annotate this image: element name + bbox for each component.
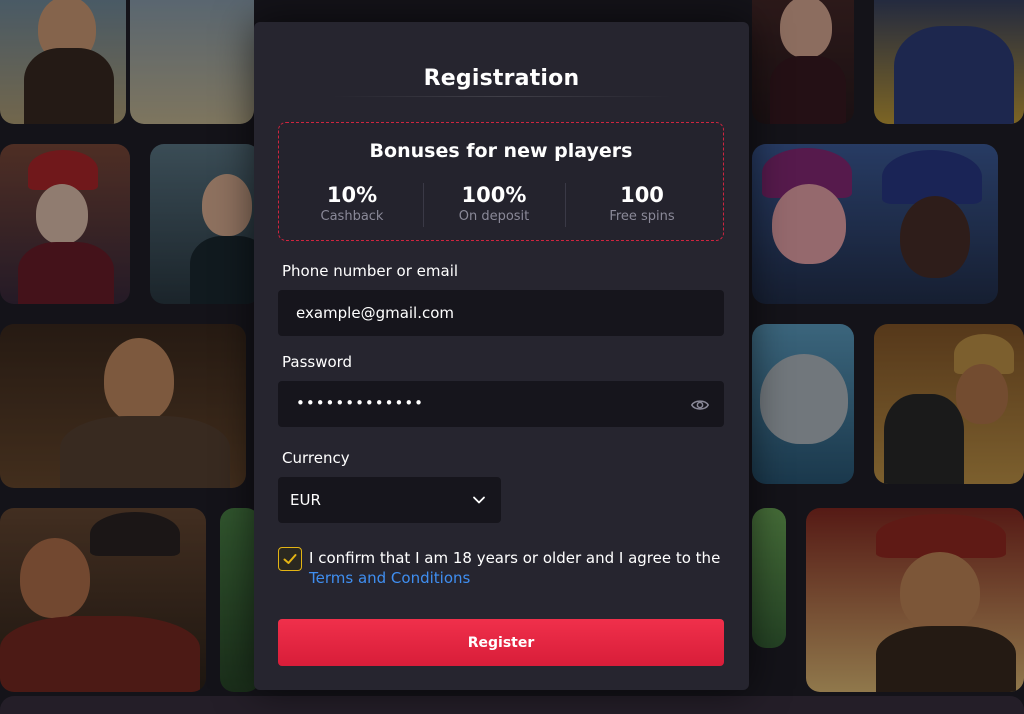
contact-input[interactable] xyxy=(278,290,724,336)
title-divider xyxy=(332,96,672,97)
game-tile xyxy=(752,144,998,304)
register-button[interactable]: Register xyxy=(278,619,724,666)
bonus-label: On deposit xyxy=(458,209,530,224)
bonus-label: Cashback xyxy=(320,209,384,224)
game-tile xyxy=(874,324,1024,484)
contact-label: Phone number or email xyxy=(282,262,459,280)
game-tile xyxy=(0,696,1024,714)
bonus-cashback: 10% Cashback xyxy=(281,183,423,224)
bonus-value: 100 xyxy=(620,183,664,207)
game-tile xyxy=(752,0,854,124)
game-tile xyxy=(130,0,254,124)
game-tile xyxy=(0,0,126,124)
currency-label: Currency xyxy=(282,449,350,467)
terms-link[interactable]: Terms and Conditions xyxy=(309,569,470,587)
game-tile xyxy=(150,144,260,304)
eye-icon[interactable] xyxy=(691,396,709,414)
game-tile xyxy=(0,144,130,304)
game-tile xyxy=(874,0,1024,124)
registration-modal: Registration Bonuses for new players 10%… xyxy=(254,22,749,690)
bonus-separator xyxy=(565,183,566,227)
check-icon xyxy=(283,554,297,564)
password-label: Password xyxy=(282,353,353,371)
confirm-label: I confirm that I am 18 years or older an… xyxy=(309,549,721,567)
password-value: ••••••••••••• xyxy=(296,394,425,412)
bonus-panel: Bonuses for new players 10% Cashback 100… xyxy=(278,122,724,241)
bonus-value: 100% xyxy=(461,183,527,207)
game-tile xyxy=(806,508,1024,692)
game-tile xyxy=(752,324,854,484)
currency-value: EUR xyxy=(290,491,321,509)
age-confirm-checkbox[interactable] xyxy=(278,547,302,571)
bonus-deposit: 100% On deposit xyxy=(423,183,565,224)
bonus-free-spins: 100 Free spins xyxy=(571,183,713,224)
modal-title: Registration xyxy=(423,66,580,91)
currency-select[interactable]: EUR xyxy=(278,477,501,523)
bonus-value: 10% xyxy=(326,183,378,207)
game-tile xyxy=(752,508,786,648)
bonus-label: Free spins xyxy=(609,209,675,224)
age-confirm-text: I confirm that I am 18 years or older an… xyxy=(309,548,739,588)
game-tile xyxy=(0,508,206,692)
game-tile xyxy=(0,324,246,488)
chevron-down-icon xyxy=(473,496,485,504)
bonus-title: Bonuses for new players xyxy=(369,140,633,162)
